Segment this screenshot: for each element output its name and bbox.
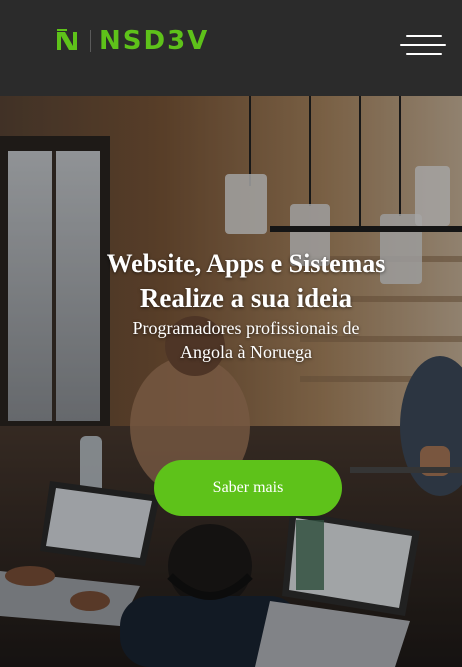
brand-logo[interactable]: NSD3V	[54, 27, 209, 55]
hamburger-menu-icon[interactable]	[400, 30, 450, 60]
nsdev-logo-icon	[57, 29, 77, 50]
menu-line	[406, 53, 442, 55]
hero-description: Programadores profissionais de Angola à …	[132, 318, 360, 362]
hero-section: Website, Apps e Sistemas Realize a sua i…	[0, 96, 462, 667]
menu-line	[400, 44, 446, 46]
hero-dark-overlay	[0, 96, 462, 667]
hero-content: Website, Apps e Sistemas Realize a sua i…	[96, 248, 396, 364]
saber-mais-button[interactable]: Saber mais	[154, 460, 342, 516]
top-navbar: NSD3V	[0, 0, 462, 96]
logo-divider	[90, 30, 91, 52]
hero-subtitle: Realize a sua ideia	[139, 283, 353, 313]
brand-name: NSD3V	[99, 26, 210, 56]
hero-title: Website, Apps e Sistemas	[106, 249, 386, 278]
menu-line	[406, 35, 442, 37]
